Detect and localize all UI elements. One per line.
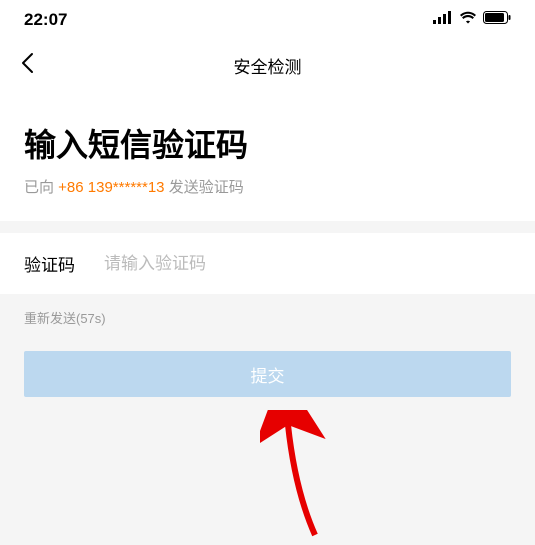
heading-block: 输入短信验证码 已向 +86 139******13 发送验证码 [0,90,535,221]
cellular-signal-icon [433,11,453,29]
status-indicators [433,11,511,29]
battery-icon [483,11,511,29]
status-bar: 22:07 [0,0,535,40]
wifi-icon [459,11,477,29]
code-label: 验证码 [24,251,104,276]
code-input[interactable] [104,254,511,274]
submit-button[interactable]: 提交 [24,351,511,397]
status-time: 22:07 [24,10,67,30]
chevron-left-icon [20,52,34,74]
sent-message: 已向 +86 139******13 发送验证码 [24,176,511,197]
code-input-row: 验证码 [0,233,535,294]
nav-bar: 安全检测 [0,40,535,90]
back-button[interactable] [20,50,34,81]
annotation-arrow-icon [260,410,340,540]
main-heading: 输入短信验证码 [24,120,511,166]
resend-countdown: 重新发送(57s) [24,308,511,327]
page-title: 安全检测 [234,53,302,78]
phone-number: +86 139******13 [58,179,164,196]
